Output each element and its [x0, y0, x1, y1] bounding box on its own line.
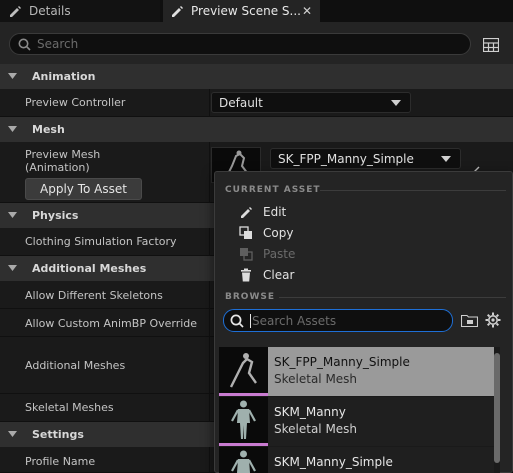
clothing-simulation-factory-label: Clothing Simulation Factory [25, 235, 177, 248]
menu-item-copy[interactable]: Copy [239, 224, 293, 242]
mannequin-thumbnail-icon [231, 400, 256, 439]
menu-item-clear[interactable]: Clear [239, 266, 294, 284]
asset-picker-popup: CURRENT ASSET Edit Copy Paste Clear BROW… [214, 171, 513, 473]
browse-header: BROWSE [225, 292, 275, 302]
section-mesh-label: Mesh [32, 123, 65, 136]
skeletal-mesh-thumbnail-icon [229, 353, 257, 388]
header-divider [320, 190, 506, 191]
asset-name: SKM_Manny_Simple [274, 455, 393, 469]
section-physics-label: Physics [32, 209, 79, 222]
allow-custom-animbp-override-label: Allow Custom AnimBP Override [25, 317, 198, 330]
copy-icon [239, 226, 252, 239]
search-icon [18, 38, 31, 51]
tab-details-label: Details [29, 4, 71, 18]
section-animation[interactable]: Animation [0, 64, 513, 89]
apply-to-asset-button[interactable]: Apply To Asset [25, 178, 142, 200]
tab-preview-scene-settings[interactable]: Preview Scene S... ✕ [163, 0, 320, 22]
column-divider [209, 337, 210, 394]
tab-bar: Details Preview Scene S... ✕ [0, 0, 513, 22]
collapse-arrow-icon [8, 265, 17, 271]
asset-thumbnail [219, 447, 268, 473]
menu-item-paste[interactable]: Paste [239, 245, 295, 263]
menu-item-edit-label: Edit [263, 205, 287, 219]
preview-controller-label: Preview Controller [25, 96, 126, 109]
asset-list-item[interactable]: SKM_Manny Skeletal Mesh [219, 397, 497, 446]
chevron-down-icon [441, 155, 451, 162]
collapse-arrow-icon [8, 212, 17, 218]
search-placeholder: Search [37, 37, 79, 51]
text-caret [250, 313, 251, 328]
tab-details[interactable]: Details [0, 0, 160, 22]
current-asset-header: CURRENT ASSET [225, 185, 321, 195]
collapse-arrow-icon [8, 126, 17, 132]
folder-browse-icon[interactable] [461, 314, 478, 327]
column-divider [209, 281, 210, 309]
section-settings-label: Settings [32, 428, 84, 441]
preview-controller-dropdown[interactable]: Default [211, 92, 411, 113]
asset-list-item[interactable]: SK_FPP_Manny_Simple Skeletal Mesh [219, 347, 497, 396]
asset-list-item[interactable]: SKM_Manny_Simple Skeletal Mesh [219, 447, 497, 473]
search-row: Search [0, 22, 513, 64]
menu-item-copy-label: Copy [263, 226, 294, 240]
skeletal-meshes-label: Skeletal Meshes [25, 401, 114, 414]
column-divider [209, 309, 210, 337]
asset-thumbnail [219, 397, 268, 446]
asset-list: SK_FPP_Manny_Simple Skeletal Mesh SKM_Ma… [219, 347, 497, 473]
scrollbar-thumb[interactable] [494, 353, 500, 463]
allow-different-skeletons-label: Allow Different Skeletons [25, 289, 163, 302]
asset-name: SK_FPP_Manny_Simple [274, 355, 410, 369]
row-preview-controller: Preview Controller Default [0, 89, 513, 117]
preview-mesh-dropdown[interactable]: SK_FPP_Manny_Simple [270, 148, 461, 169]
asset-list-scrollbar[interactable] [494, 347, 500, 473]
search-assets-input[interactable]: Search Assets [223, 309, 453, 332]
tab-preview-label: Preview Scene S... [191, 4, 301, 18]
paste-icon [240, 248, 253, 261]
menu-item-edit[interactable]: Edit [239, 203, 286, 221]
trash-icon [241, 268, 251, 282]
search-input[interactable]: Search [9, 33, 471, 55]
pencil-icon [241, 207, 252, 218]
column-divider [209, 142, 210, 203]
pencil-icon [172, 6, 183, 17]
menu-item-paste-label: Paste [263, 247, 296, 261]
preview-mesh-sublabel: (Animation) [25, 161, 90, 174]
collapse-arrow-icon [8, 73, 17, 79]
asset-name: SKM_Manny [274, 405, 346, 419]
asset-thumbnail [219, 347, 268, 396]
asset-type: Skeletal Mesh [274, 372, 358, 386]
column-divider [209, 89, 210, 117]
section-additional-meshes-label: Additional Meshes [32, 262, 147, 275]
gear-icon[interactable] [485, 312, 501, 328]
chevron-down-icon [391, 99, 401, 106]
preview-mesh-label: Preview Mesh [25, 148, 101, 161]
header-divider [279, 297, 506, 298]
column-divider [209, 447, 210, 473]
property-matrix-icon[interactable] [483, 38, 499, 52]
menu-item-clear-label: Clear [263, 268, 295, 282]
search-icon [230, 314, 244, 328]
mannequin-thumbnail-icon [231, 450, 256, 473]
search-assets-placeholder: Search Assets [252, 313, 337, 328]
section-animation-label: Animation [32, 70, 96, 83]
details-icon [10, 6, 21, 17]
preview-mesh-value: SK_FPP_Manny_Simple [278, 151, 414, 166]
preview-controller-value: Default [219, 95, 263, 110]
collapse-arrow-icon [8, 431, 17, 437]
section-mesh[interactable]: Mesh [0, 117, 513, 142]
profile-name-label: Profile Name [25, 455, 96, 468]
asset-type: Skeletal Mesh [274, 422, 358, 436]
column-divider [209, 394, 210, 422]
additional-meshes-label: Additional Meshes [25, 359, 126, 372]
column-divider [209, 228, 210, 256]
close-icon[interactable]: ✕ [302, 4, 312, 18]
